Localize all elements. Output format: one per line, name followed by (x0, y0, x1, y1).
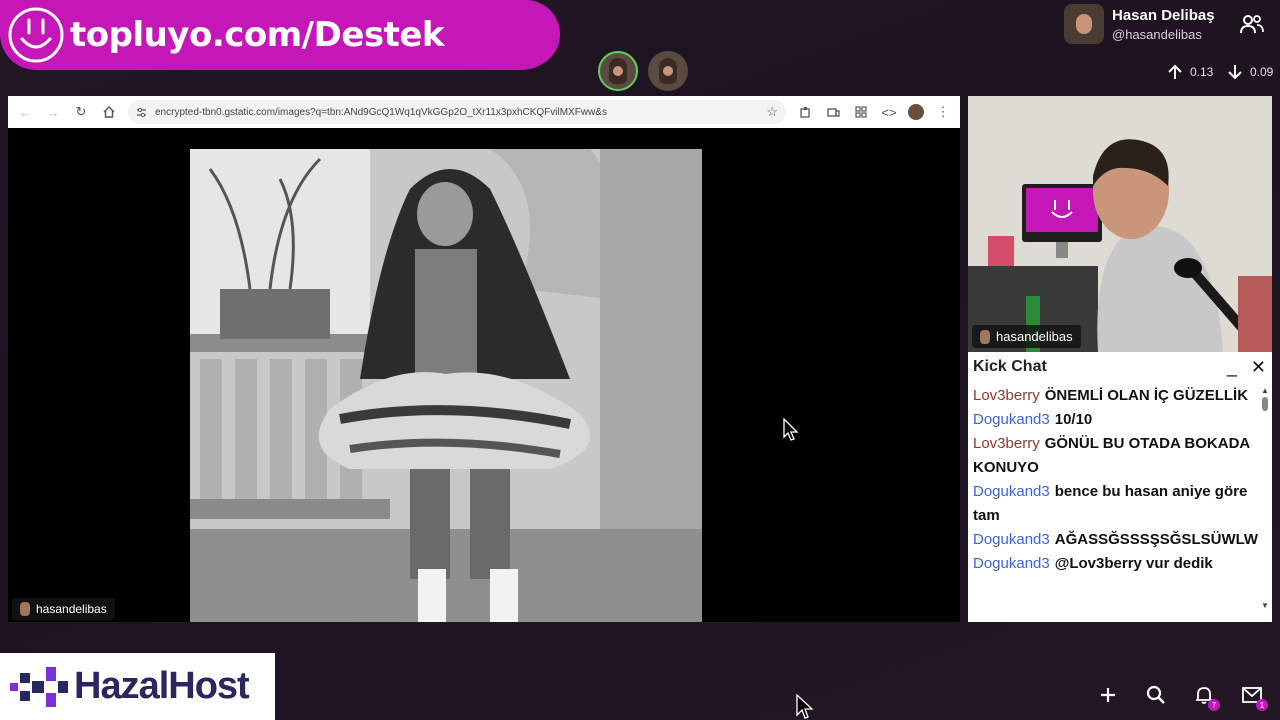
upload-value: 0.13 (1190, 65, 1214, 79)
promo-banner: topluyo.com/Destek (0, 0, 560, 70)
download-speed: 0.09 (1226, 63, 1273, 81)
back-icon[interactable]: ← (16, 103, 34, 121)
mouse-cursor-icon (783, 418, 799, 441)
reload-icon[interactable]: ↻ (72, 103, 90, 121)
browser-profile-avatar[interactable] (908, 104, 924, 120)
friends-icon[interactable] (1240, 14, 1264, 34)
shared-browser-window: ← → ↻ encrypted-tbn0.gstatic.com/images?… (8, 96, 960, 622)
user-icon (20, 602, 30, 616)
more-menu-icon[interactable]: ⋮ (934, 103, 952, 121)
chat-message: Dogukand3 bence bu hasan aniye göre tam (973, 480, 1253, 528)
chat-username[interactable]: Lov3berry (973, 435, 1040, 452)
webcam-feed: hasandelibas (968, 96, 1272, 352)
chat-username[interactable]: Lov3berry (973, 387, 1040, 404)
sponsor-banner: HazalHost (0, 653, 275, 720)
devtools-code-icon[interactable]: <> (880, 103, 898, 121)
address-bar[interactable]: encrypted-tbn0.gstatic.com/images?q=tbn:… (128, 100, 786, 124)
historical-photo (190, 149, 702, 622)
arrow-down-icon (1228, 65, 1242, 80)
media-icon[interactable] (824, 103, 842, 121)
profile-name: Hasan Delibaş (1112, 6, 1215, 24)
chat-message-text: @Lov3berry vur dedik (1054, 555, 1213, 572)
extensions-icon[interactable] (796, 103, 814, 121)
notifications-button[interactable]: 7 (1192, 683, 1220, 711)
search-button[interactable] (1144, 683, 1168, 707)
site-settings-icon[interactable] (136, 107, 147, 118)
hazalhost-logo-icon (10, 666, 68, 707)
url-text[interactable]: encrypted-tbn0.gstatic.com/images?q=tbn:… (155, 107, 758, 118)
chat-message: Lov3berry GÖNÜL BU OTADA BOKADA KONUYO (973, 432, 1253, 480)
home-icon[interactable] (100, 103, 118, 121)
chat-title: Kick Chat (973, 358, 1047, 375)
chat-messages[interactable]: Lov3berry ÖNEMLİ OLAN İÇ GÜZELLİK Dogukand… (968, 382, 1258, 614)
browser-toolbar: ← → ↻ encrypted-tbn0.gstatic.com/images?… (8, 96, 960, 128)
webcam-label-name: hasandelibas (996, 329, 1073, 344)
user-profile[interactable]: Hasan Delibaş @hasandelibas (1064, 4, 1215, 44)
chat-message-text: ÖNEMLİ OLAN İÇ GÜZELLİK (1044, 387, 1249, 404)
viewer-avatar-icon[interactable] (648, 51, 688, 91)
stream-owner-name: hasandelibas (36, 602, 107, 616)
webcam-label: hasandelibas (972, 325, 1081, 348)
close-icon[interactable]: ✕ (1251, 357, 1266, 378)
chat-message-text: 10/10 (1054, 411, 1093, 428)
chat-username[interactable]: Dogukand3 (973, 555, 1050, 572)
chat-message: Dogukand3AĞASSĞSSSŞSĞSLSÜWLWİWLEŞS (973, 528, 1258, 552)
chat-scrollbar[interactable]: ▲ ▼ (1260, 386, 1270, 610)
banner-text: topluyo.com/Destek (70, 15, 445, 55)
search-icon (1146, 685, 1165, 704)
chat-message: Lov3berry ÖNEMLİ OLAN İÇ GÜZELLİK (973, 384, 1253, 408)
add-button[interactable] (1096, 683, 1120, 707)
stream-owner-label: hasandelibas (12, 598, 115, 620)
plus-icon (1101, 688, 1115, 702)
sponsor-name: HazalHost (74, 665, 250, 707)
smile-logo-icon (8, 7, 64, 63)
apps-grid-icon[interactable] (852, 103, 870, 121)
chat-panel: Kick Chat _ ✕ Lov3berry ÖNEMLİ OLAN İÇ GÜ… (968, 352, 1272, 622)
minimize-icon[interactable]: _ (1227, 357, 1237, 378)
chat-username[interactable]: Dogukand3 (973, 483, 1050, 500)
chat-header: Kick Chat _ ✕ (968, 352, 1272, 382)
browser-viewport: hasandelibas (8, 128, 960, 622)
user-icon (980, 329, 990, 344)
bookmark-star-icon[interactable]: ☆ (766, 104, 778, 120)
bottom-toolbar: 7 1 (1096, 683, 1268, 711)
notification-badge: 7 (1208, 699, 1220, 711)
mouse-cursor-icon (796, 694, 814, 719)
forward-icon[interactable]: → (44, 103, 62, 121)
upload-speed: 0.13 (1166, 63, 1213, 81)
viewer-avatar-icon[interactable] (598, 51, 638, 91)
scroll-thumb[interactable] (1262, 397, 1268, 411)
webcam-scene (968, 96, 1272, 352)
messages-button[interactable]: 1 (1240, 683, 1268, 711)
chat-username[interactable]: Dogukand3 (973, 531, 1050, 548)
scroll-up-icon[interactable]: ▲ (1260, 386, 1270, 395)
scroll-down-icon[interactable]: ▼ (1260, 601, 1270, 610)
chat-message-text: AĞASSĞSSSŞSĞSLSÜWLWİWLEŞS (1054, 531, 1258, 548)
download-value: 0.09 (1250, 65, 1274, 79)
message-badge: 1 (1256, 699, 1268, 711)
arrow-up-icon (1168, 64, 1182, 79)
chat-message: Dogukand3 @Lov3berry vur dedik (973, 552, 1253, 576)
avatar[interactable] (1064, 4, 1104, 44)
viewer-avatars (598, 51, 688, 91)
chat-message: Dogukand3 10/10 (973, 408, 1253, 432)
profile-handle: @hasandelibas (1112, 26, 1202, 42)
chat-username[interactable]: Dogukand3 (973, 411, 1050, 428)
